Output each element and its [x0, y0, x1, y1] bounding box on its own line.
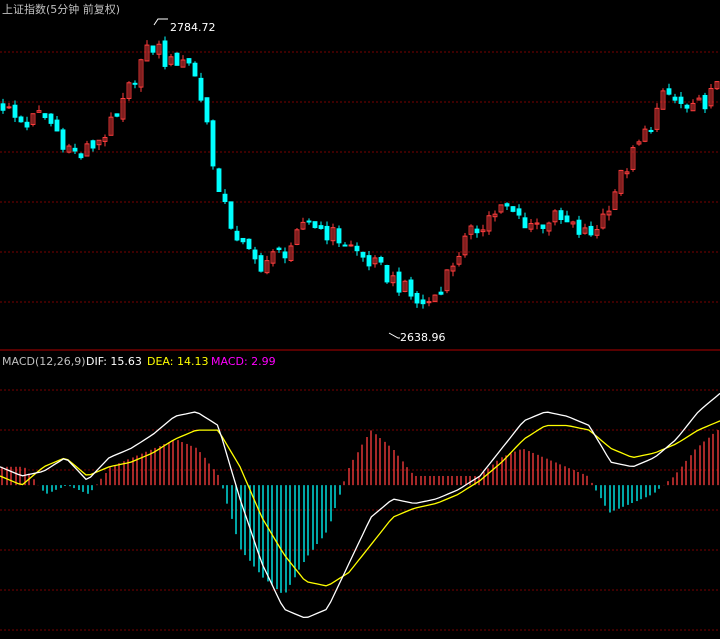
candle-body	[318, 225, 324, 229]
candle-body	[18, 116, 24, 123]
candle-body	[210, 120, 216, 167]
candle-body	[204, 97, 210, 123]
candle-body	[516, 208, 522, 216]
candle-body	[666, 88, 672, 95]
candle-body	[24, 121, 30, 128]
macd-dea-label: DEA: 14.13	[147, 355, 208, 368]
candle-body	[684, 104, 690, 109]
candle-body	[348, 244, 354, 247]
candle-body	[252, 249, 258, 260]
high-annotation: 2784.72	[153, 18, 216, 34]
candle-body	[72, 147, 78, 152]
candle-body	[678, 96, 684, 104]
candle-body	[48, 113, 54, 124]
candle-body	[60, 129, 66, 150]
candle-body	[312, 221, 318, 229]
dif-line	[0, 392, 720, 619]
candle-body	[42, 113, 48, 119]
price-high-label: 2784.72	[170, 21, 216, 34]
candle-body	[672, 96, 678, 101]
candlestick-series	[0, 36, 720, 309]
candle-body	[438, 291, 444, 295]
candle-body	[306, 220, 312, 223]
candle-body	[702, 94, 708, 110]
candle-body	[258, 255, 264, 272]
candle-body	[0, 103, 6, 111]
candle-body	[378, 257, 384, 263]
candle-body	[114, 113, 120, 117]
candle-body	[558, 210, 564, 221]
candle-body	[282, 251, 288, 259]
dea-line	[0, 420, 720, 587]
candle-body	[588, 225, 594, 236]
candle-body	[6, 106, 12, 109]
candle-body	[540, 224, 546, 229]
candle-body	[414, 292, 420, 304]
candle-body	[246, 238, 252, 250]
macd-histogram	[1, 430, 719, 593]
candle-body	[648, 129, 654, 133]
macd-panel-label: MACD(12,26,9)	[2, 355, 86, 368]
price-low-label: 2638.96	[400, 331, 446, 344]
candle-body	[336, 228, 342, 244]
candle-body	[360, 251, 366, 258]
candle-body	[222, 193, 228, 203]
candle-body	[12, 104, 18, 118]
macd-lines	[0, 392, 720, 619]
candle-body	[132, 82, 138, 85]
candle-body	[504, 203, 510, 207]
candle-body	[408, 279, 414, 297]
candle-body	[366, 255, 372, 267]
candle-body	[186, 58, 192, 64]
candle-body	[216, 168, 222, 193]
candle-body	[78, 153, 84, 159]
candle-body	[384, 265, 390, 283]
candle-body	[276, 247, 282, 251]
candle-body	[564, 215, 570, 223]
candle-body	[576, 219, 582, 235]
stock-chart: 上证指数(5分钟 前复权) 2784.72 2638.96 MACD(12,26…	[0, 2, 720, 631]
candle-body	[90, 140, 96, 149]
candle-body	[396, 271, 402, 293]
candle-body	[228, 201, 234, 229]
candle-body	[510, 206, 516, 212]
candle-body	[420, 299, 426, 305]
candle-body	[234, 230, 240, 241]
candle-body	[174, 52, 180, 66]
candle-body	[162, 40, 168, 67]
candle-body	[150, 45, 156, 53]
macd-dif-label: DIF: 15.63	[86, 355, 142, 368]
candle-body	[192, 62, 198, 77]
macd-value-label: MACD: 2.99	[211, 355, 276, 368]
candle-body	[324, 225, 330, 241]
chart-title: 上证指数(5分钟 前复权)	[2, 2, 120, 16]
candle-body	[522, 217, 528, 229]
grid-lines	[0, 51, 720, 631]
candle-body	[54, 119, 60, 132]
low-annotation: 2638.96	[388, 331, 446, 344]
candle-body	[198, 77, 204, 101]
candle-body	[342, 244, 348, 247]
candle-body	[474, 228, 480, 234]
candle-body	[240, 237, 246, 243]
candle-body	[354, 245, 360, 252]
